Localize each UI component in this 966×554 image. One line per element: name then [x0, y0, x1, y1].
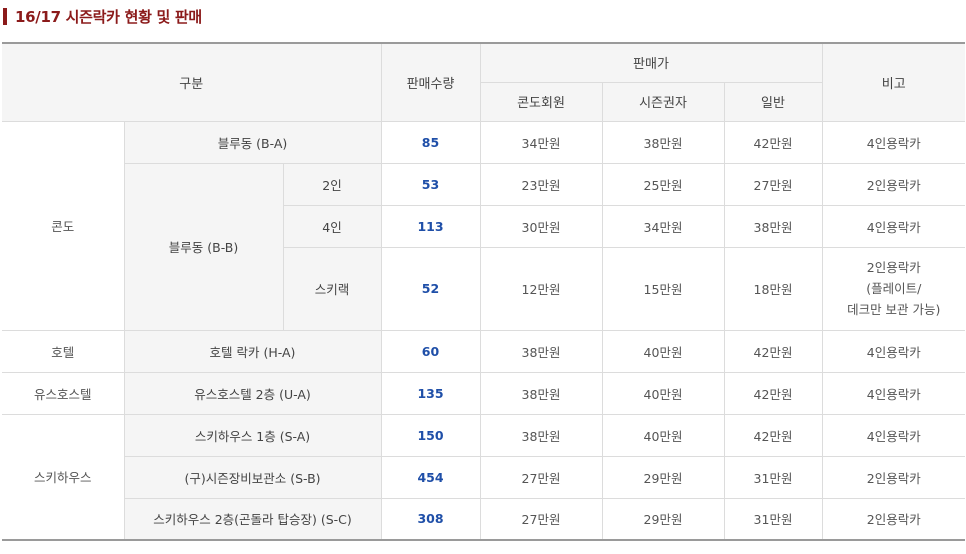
header-price-season-pass: 시즌권자: [601, 81, 725, 122]
note-cell: 2인용락카: [821, 162, 965, 206]
price-cell: 31만원: [723, 455, 823, 499]
price-cell: 38만원: [601, 120, 725, 164]
note-line: 데크만 보관 가능): [847, 302, 941, 317]
location-name: 유스호스텔 2층 (U-A): [123, 371, 382, 415]
header-price: 판매가: [479, 43, 823, 83]
price-cell: 29만원: [601, 497, 725, 541]
price-cell: 42만원: [723, 120, 823, 164]
price-cell: 38만원: [479, 329, 603, 373]
table-row: 호텔 호텔 락카 (H-A) 60 38만원 40만원 42만원 4인용락카: [2, 329, 965, 373]
header-quantity: 판매수량: [380, 43, 481, 122]
price-cell: 12만원: [479, 246, 603, 331]
location-name: 스키하우스 2층(곤돌라 탑승장) (S-C): [124, 497, 382, 541]
price-cell: 30만원: [479, 204, 603, 248]
location-name: 스키하우스 1층 (S-A): [123, 413, 382, 457]
section-title: 16/17 시즌락카 현황 및 판매: [3, 6, 202, 26]
table-row: 스키하우스 2층(곤돌라 탑승장) (S-C) 308 27만원 29만원 31…: [2, 497, 965, 541]
header-category: 구분: [2, 43, 382, 122]
price-cell: 42만원: [723, 329, 823, 373]
table-row: (구)시즌장비보관소 (S-B) 454 27만원 29만원 31만원 2인용락…: [2, 455, 965, 499]
table-row: 스키하우스 스키하우스 1층 (S-A) 150 38만원 40만원 42만원 …: [2, 413, 965, 541]
location-name: 호텔 락카 (H-A): [123, 329, 382, 373]
page-title: 16/17 시즌락카 현황 및 판매: [15, 7, 202, 26]
quantity-cell: 85: [380, 120, 481, 164]
quantity-cell: 53: [380, 162, 481, 206]
price-cell: 31만원: [723, 497, 823, 541]
note-line: (플레이트/: [866, 281, 922, 296]
price-cell: 40만원: [601, 371, 725, 415]
group-ski-house: 스키하우스: [2, 413, 125, 541]
note-cell: 4인용락카: [821, 204, 965, 248]
location-name: (구)시즌장비보관소 (S-B): [124, 455, 382, 499]
quantity-cell: 454: [380, 455, 481, 499]
sub-type: 스키랙: [283, 246, 382, 331]
table-row: 블루동 (B-B) 2인 53 23만원 25만원 27만원 2인용락카: [2, 162, 965, 331]
title-marker: [3, 7, 7, 25]
table-row: 유스호스텔 유스호스텔 2층 (U-A) 135 38만원 40만원 42만원 …: [2, 371, 965, 415]
price-cell: 29만원: [601, 455, 725, 499]
quantity-cell: 135: [380, 371, 481, 415]
note-cell: 2인용락카 (플레이트/ 데크만 보관 가능): [821, 246, 965, 331]
location-name: 블루동 (B-A): [123, 120, 382, 164]
locker-sales-table: 구분 판매수량 판매가 비고 콘도회원 시즌권자 일반 콘도 블루동 (B-A)…: [2, 42, 965, 541]
price-cell: 27만원: [479, 497, 603, 541]
note-cell: 2인용락카: [821, 497, 965, 541]
quantity-cell: 150: [380, 413, 481, 457]
price-cell: 38만원: [479, 413, 603, 457]
sub-type: 4인: [283, 204, 382, 248]
price-cell: 27만원: [479, 455, 603, 499]
note-cell: 4인용락카: [821, 413, 965, 457]
price-cell: 34만원: [601, 204, 725, 248]
price-cell: 40만원: [601, 329, 725, 373]
price-cell: 42만원: [723, 413, 823, 457]
price-cell: 25만원: [601, 162, 725, 206]
table-row: 콘도 블루동 (B-A) 85 34만원 38만원 42만원 4인용락카: [2, 120, 965, 331]
header-price-condo-member: 콘도회원: [480, 81, 603, 122]
price-cell: 23만원: [479, 162, 603, 206]
quantity-cell: 308: [380, 497, 481, 541]
group-condo: 콘도: [2, 120, 125, 331]
note-cell: 4인용락카: [821, 120, 965, 164]
price-cell: 38만원: [479, 371, 603, 415]
price-cell: 15만원: [601, 246, 725, 331]
price-cell: 40만원: [601, 413, 725, 457]
header-note: 비고: [821, 43, 965, 122]
note-cell: 2인용락카: [821, 455, 965, 499]
price-cell: 38만원: [723, 204, 823, 248]
price-cell: 18만원: [723, 246, 823, 331]
group-youth-hostel: 유스호스텔: [2, 371, 125, 415]
note-cell: 4인용락카: [821, 329, 965, 373]
price-cell: 27만원: [723, 162, 823, 206]
quantity-cell: 52: [380, 246, 481, 331]
note-cell: 4인용락카: [821, 371, 965, 415]
location-name: 블루동 (B-B): [124, 162, 284, 331]
header-price-general: 일반: [723, 81, 822, 122]
quantity-cell: 113: [380, 204, 481, 248]
note-line: 2인용락카: [866, 260, 921, 275]
sub-type: 2인: [282, 162, 382, 206]
price-cell: 34만원: [479, 120, 603, 164]
price-cell: 42만원: [723, 371, 823, 415]
quantity-cell: 60: [380, 329, 481, 373]
group-hotel: 호텔: [2, 329, 125, 373]
header-row: 구분 판매수량 판매가 비고: [2, 43, 965, 122]
